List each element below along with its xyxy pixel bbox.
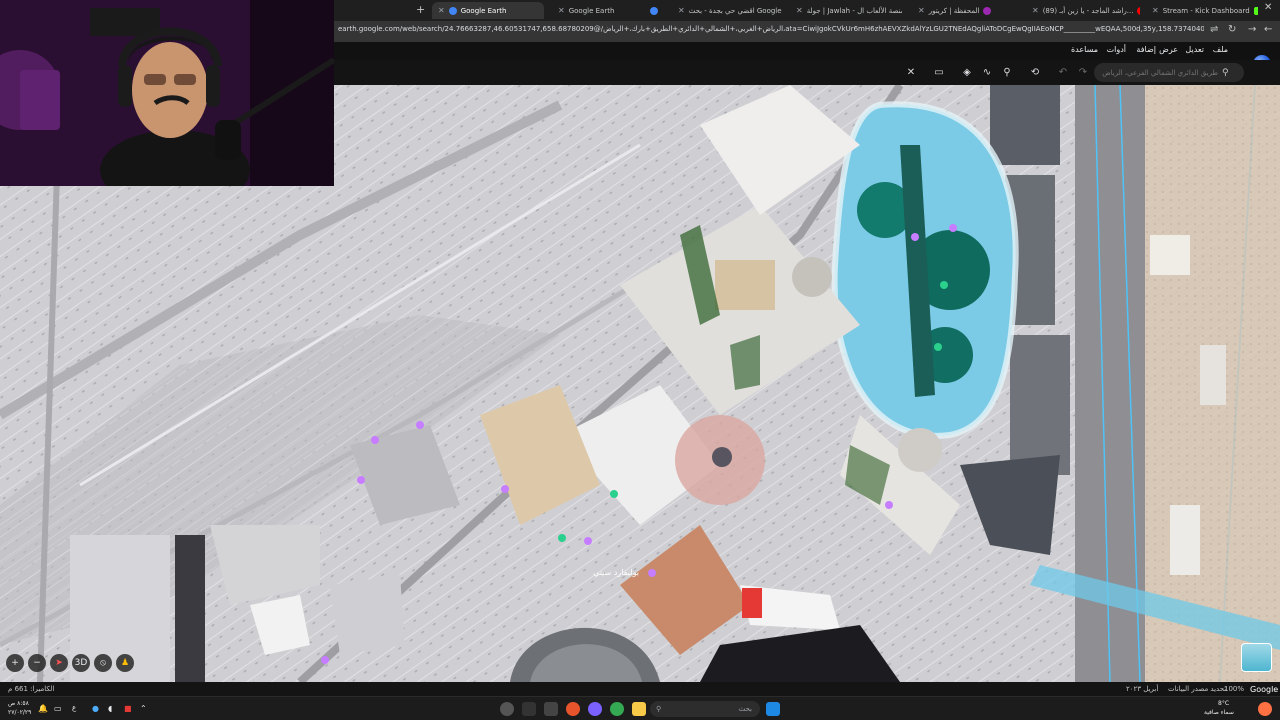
tab-google-earth-2[interactable]: ✕ Google Earth <box>552 2 664 19</box>
app-icon-discord[interactable] <box>588 702 602 716</box>
close-tab-icon[interactable]: ✕ <box>678 6 685 15</box>
record-icon[interactable]: ■ <box>124 704 132 713</box>
earth-status-bar: الكاميرا: 661 م أبريل ٢٠٢٣ تحديد مصدر ال… <box>0 682 1280 696</box>
menu-edit[interactable]: تعديل <box>1185 45 1204 54</box>
windows-start-icon[interactable] <box>766 702 780 716</box>
app-icon-calculator[interactable] <box>544 702 558 716</box>
zoom-percentage: 100% <box>1224 685 1245 693</box>
close-tab-icon[interactable]: ✕ <box>558 6 565 15</box>
zoom-out-button[interactable]: − <box>28 654 46 672</box>
tab-search-icon[interactable]: ⇌ <box>1210 24 1218 35</box>
tab-label: Google Earth <box>568 6 615 15</box>
google-earth-favicon-icon <box>448 6 457 15</box>
search-icon[interactable]: ⚲ <box>1222 68 1229 78</box>
kick-favicon-icon <box>1253 6 1258 15</box>
menu-view[interactable]: عرض <box>1159 45 1178 54</box>
streamer-webcam-overlay <box>0 0 334 186</box>
tray-date[interactable]: ٢٧/٠٢/٢٩ <box>8 709 31 716</box>
youtube-favicon-icon <box>1137 6 1140 15</box>
tray-time[interactable]: ٨:٥٨ ص <box>8 700 29 707</box>
reset-tilt-icon[interactable]: ⦸ <box>94 654 112 672</box>
tab-google-earth-1[interactable]: ✕ Google Earth <box>432 2 544 19</box>
layers-icon[interactable]: ◈ <box>960 65 974 79</box>
redo-icon[interactable]: ↷ <box>1076 65 1090 79</box>
google-earth-favicon-icon <box>650 6 658 15</box>
menu-tools[interactable]: أدوات <box>1107 45 1126 54</box>
close-tab-icon[interactable]: ✕ <box>796 6 803 15</box>
zoom-in-button[interactable]: + <box>6 654 24 672</box>
tab-creator-wallet[interactable]: ✕ المحفظة | كريتور <box>912 2 1016 19</box>
show-hidden-icons-icon[interactable]: ⌃ <box>140 704 147 713</box>
earth-search-box[interactable]: ⚲ <box>1094 63 1244 82</box>
windows-taskbar: ٨:٥٨ ص ٢٧/٠٢/٢٩ ع 🔔 ▭ ● ◖ ■ ⌃ بحث ⚲ 8°C … <box>0 696 1280 720</box>
pegman-street-view-icon[interactable]: ♟ <box>116 654 134 672</box>
undo-icon[interactable]: ↶ <box>1056 65 1070 79</box>
tab-label: جولة | Jawlah - منصة الألعاب ال... <box>806 6 902 15</box>
search-icon: ⚲ <box>656 705 662 713</box>
forward-icon[interactable]: → <box>1248 24 1256 35</box>
map-place-label[interactable]: بوليفارد سيتي <box>593 568 639 577</box>
close-tab-icon[interactable]: ✕ <box>1152 6 1159 15</box>
google-brand: Google <box>1250 685 1279 694</box>
earth-search-input[interactable] <box>1094 68 1218 77</box>
monitor-icon[interactable]: ▭ <box>54 704 62 713</box>
imagery-date: أبريل ٢٠٢٣ <box>1126 685 1159 693</box>
back-icon[interactable]: ← <box>1264 24 1272 35</box>
app-icon-capcut[interactable] <box>522 702 536 716</box>
tab-label: Stream - Kick Dashboard <box>1162 6 1250 15</box>
wallet-favicon-icon <box>983 6 992 15</box>
weather-temp[interactable]: 8°C <box>1218 700 1229 707</box>
app-icon-firefox[interactable] <box>566 702 580 716</box>
placemark-icon[interactable]: ⚲ <box>1000 65 1014 79</box>
compass-icon[interactable]: ➤ <box>50 654 68 672</box>
map-style-thumbnail[interactable] <box>1241 643 1272 672</box>
weather-desc[interactable]: سماء صافية <box>1204 709 1234 716</box>
taskbar-search[interactable]: بحث ⚲ <box>650 701 760 717</box>
tab-google-search[interactable]: ✕ اقضي حي بجدة - بحث Google <box>672 2 784 19</box>
menu-help[interactable]: مساعدة <box>1071 45 1098 54</box>
tab-youtube-music[interactable]: ✕ (89) راشد الماجد - يا زين أبـ... <box>1026 2 1140 19</box>
url-field[interactable]: earth.google.com/web/search/24.76663287,… <box>338 25 1204 38</box>
history-icon[interactable]: ⟲ <box>1028 65 1042 79</box>
taskbar-search-label: بحث <box>738 705 752 713</box>
reload-icon[interactable]: ↻ <box>1228 24 1236 35</box>
tray-language[interactable]: ع <box>72 704 76 712</box>
camera-altitude: الكاميرا: 661 م <box>8 685 55 693</box>
close-tab-icon[interactable]: ✕ <box>918 6 925 15</box>
path-icon[interactable]: ∿ <box>980 65 994 79</box>
menu-add[interactable]: إضافة <box>1136 45 1156 54</box>
map-navigation-controls: + − ➤ 3D ⦸ ♟ <box>6 654 134 672</box>
new-tab-button[interactable]: + <box>416 3 425 16</box>
tab-label: Google Earth <box>460 6 507 15</box>
notifications-icon[interactable]: 🔔 <box>38 704 48 713</box>
weather-icon[interactable] <box>1258 702 1272 716</box>
data-sources-link[interactable]: تحديد مصدر البيانات <box>1168 685 1226 693</box>
webcam-feed <box>0 0 334 186</box>
menu-file[interactable]: ملف <box>1213 45 1228 54</box>
ruler-icon[interactable]: ▭ <box>932 65 946 79</box>
tab-label: (89) راشد الماجد - يا زين أبـ... <box>1042 6 1134 15</box>
close-tab-icon[interactable]: ✕ <box>438 6 445 15</box>
window-close-icon[interactable]: ✕ <box>1264 2 1272 13</box>
tab-label: المحفظة | كريتور <box>928 6 980 15</box>
microphone-icon[interactable]: ● <box>92 704 99 713</box>
app-icon-chrome[interactable] <box>610 702 624 716</box>
toggle-3d-button[interactable]: 3D <box>72 654 90 672</box>
tab-kick-dashboard[interactable]: ✕ Stream - Kick Dashboard <box>1146 2 1258 19</box>
speaker-icon[interactable]: ◖ <box>108 704 112 713</box>
tab-jawlah[interactable]: ✕ جولة | Jawlah - منصة الألعاب ال... <box>790 2 902 19</box>
app-icon-file-explorer[interactable] <box>632 702 646 716</box>
app-icon-obs[interactable] <box>500 702 514 716</box>
close-tab-icon[interactable]: ✕ <box>1032 6 1039 15</box>
clear-search-icon[interactable]: ✕ <box>904 65 918 79</box>
tab-label: اقضي حي بجدة - بحث Google <box>688 6 782 15</box>
